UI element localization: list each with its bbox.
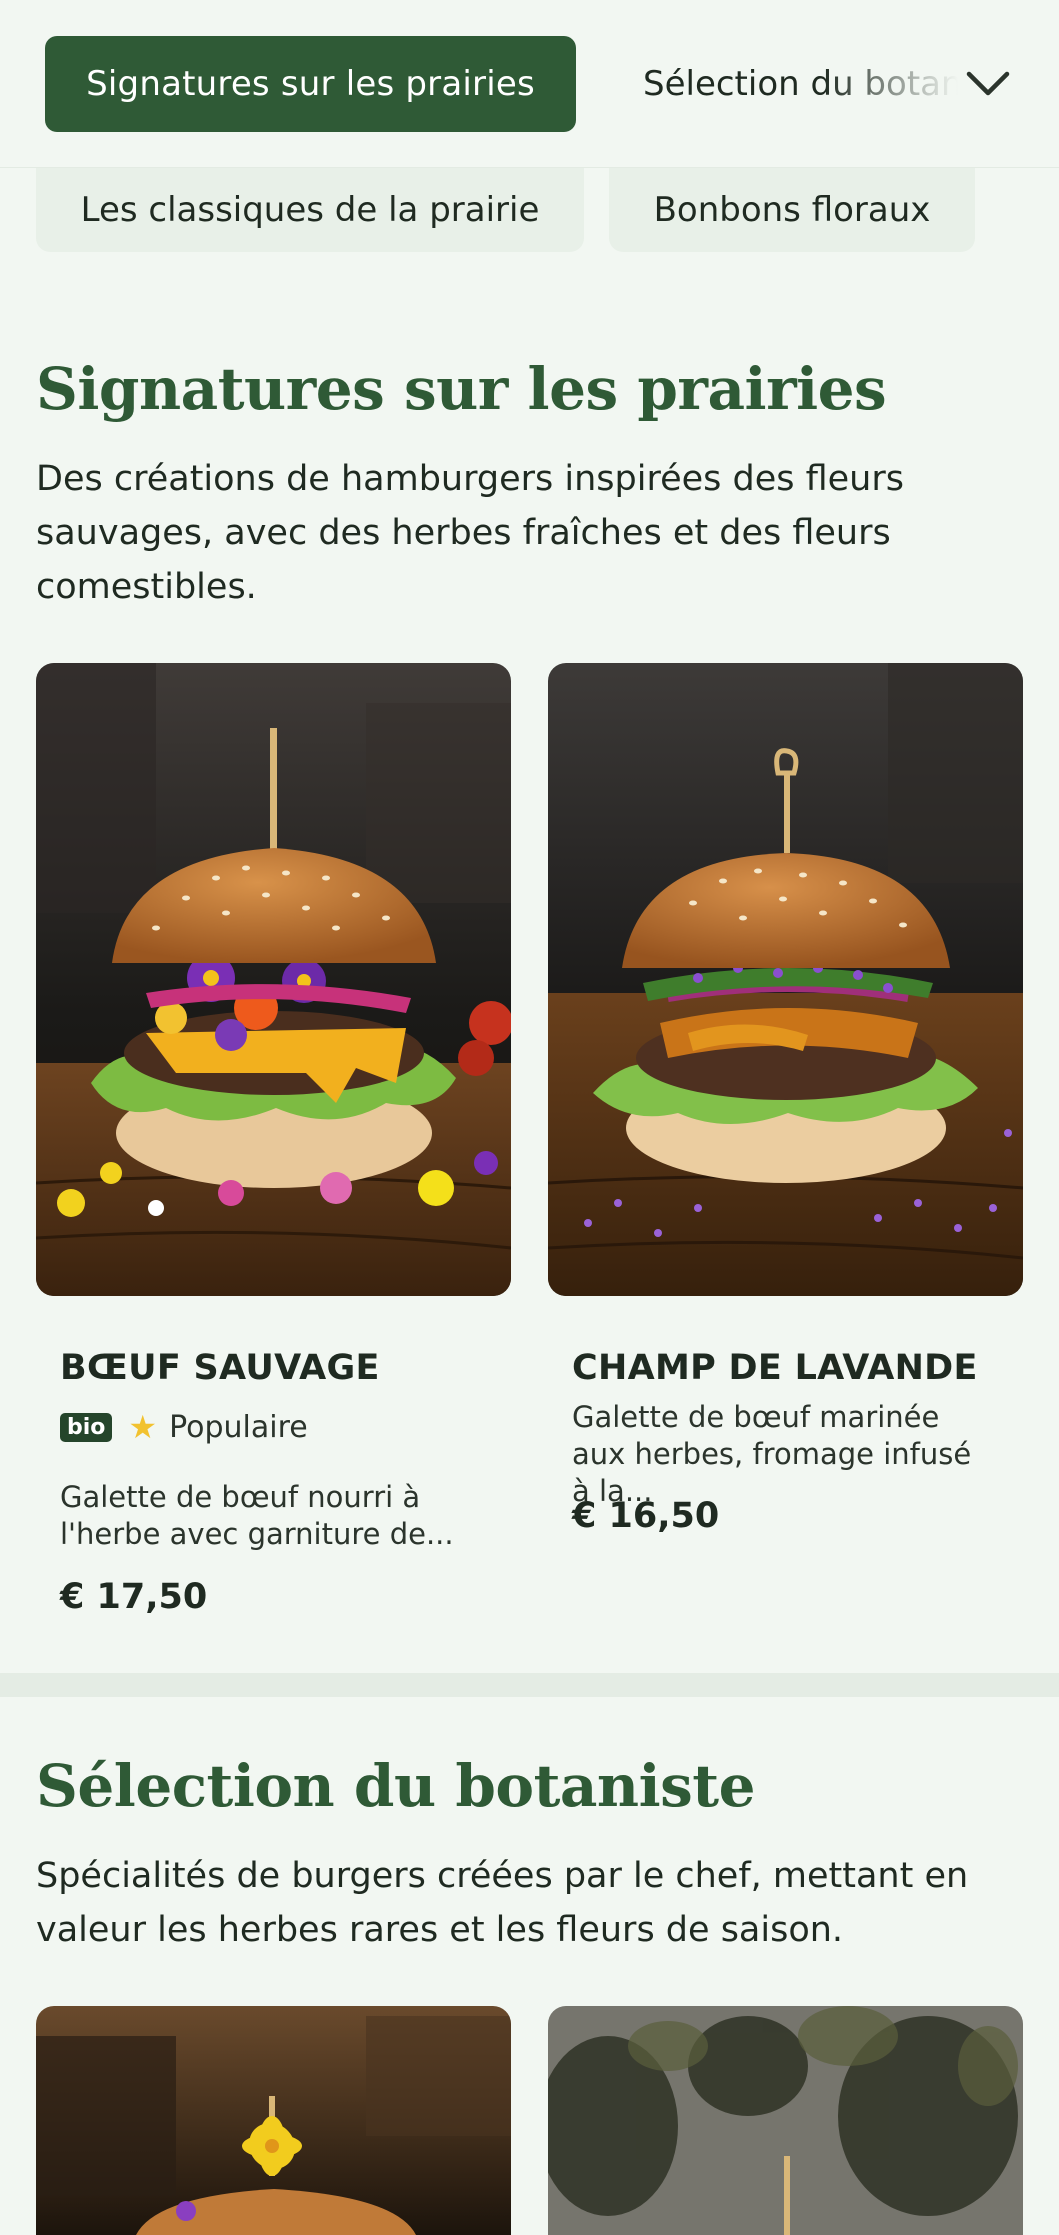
chevron-down-icon[interactable]: [962, 58, 1014, 110]
tab-selection-du-botaniste[interactable]: Sélection du botaniste: [643, 36, 973, 132]
burger-lavender-photo[interactable]: [548, 663, 1023, 1296]
section-description: Des créations de hamburgers inspirées de…: [36, 459, 904, 607]
star-icon: ★: [128, 1408, 158, 1446]
tab-bonbons-floraux[interactable]: Bonbons floraux: [609, 168, 975, 252]
item-name[interactable]: CHAMP DE LAVANDE: [572, 1348, 978, 1388]
category-nav-row-2: Les classiques de la prairie Bonbons flo…: [0, 168, 1059, 252]
item-description: Galette de bœuf nourri à l'herbe avec ga…: [60, 1480, 454, 1551]
section-title: Sélection du botaniste: [36, 1752, 755, 1820]
section-description: Spécialités de burgers créées par le che…: [36, 1856, 969, 1950]
category-nav: Signatures sur les prairies Sélection du…: [0, 0, 1059, 168]
item-name[interactable]: BŒUF SAUVAGE: [60, 1348, 380, 1388]
burger-wildflower-photo[interactable]: [36, 663, 511, 1296]
item-description: Galette de bœuf marinée aux herbes, from…: [572, 1400, 972, 1508]
item-badges: bio ★ Populaire: [60, 1408, 308, 1446]
tab-signatures-sur-les-prairies[interactable]: Signatures sur les prairies: [45, 36, 576, 132]
item-price: € 17,50: [60, 1577, 208, 1617]
burger-photo[interactable]: [36, 2006, 511, 2235]
fade-overlay: [823, 36, 973, 132]
section-title: Signatures sur les prairies: [36, 355, 887, 423]
bio-badge: bio: [60, 1412, 113, 1442]
popular-tag: Populaire: [169, 1409, 308, 1445]
burger-photo[interactable]: [548, 2006, 1023, 2235]
tab-les-classiques-de-la-prairie[interactable]: Les classiques de la prairie: [36, 168, 584, 252]
item-price: € 16,50: [572, 1496, 720, 1536]
section-divider: [0, 1673, 1059, 1697]
